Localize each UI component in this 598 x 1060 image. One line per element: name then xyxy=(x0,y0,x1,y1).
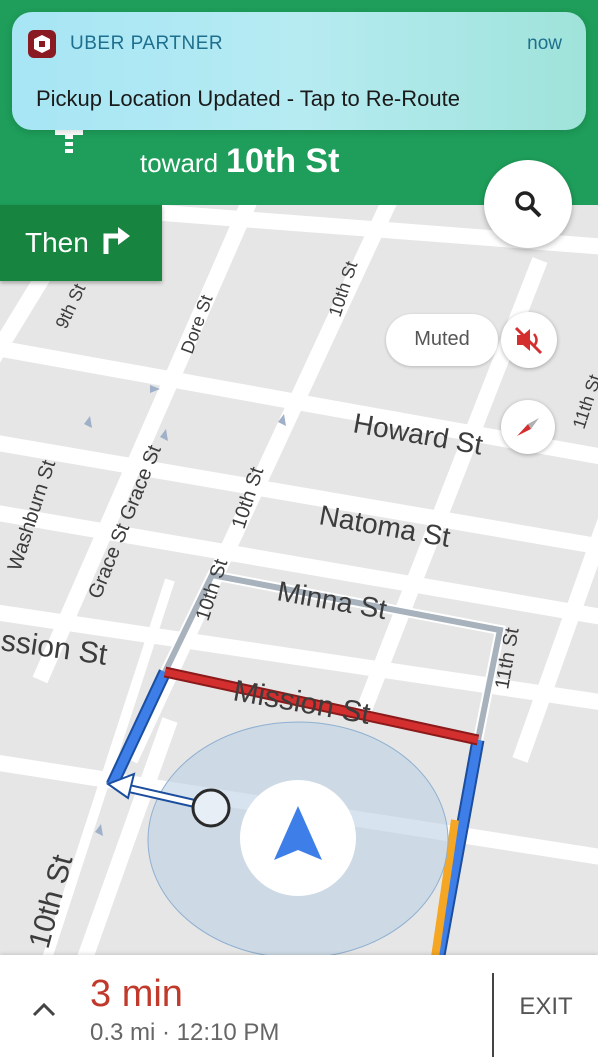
divider xyxy=(492,973,494,1057)
notification-time: now xyxy=(527,33,562,54)
toward-street: 10th St xyxy=(226,142,340,180)
muted-label: Muted xyxy=(414,328,470,350)
toward-label: toward xyxy=(140,148,219,178)
pickup-point xyxy=(191,788,231,828)
uber-partner-app-icon xyxy=(28,30,56,58)
exit-button[interactable]: EXIT xyxy=(500,993,592,1021)
trip-summary-bar[interactable]: 3 min 0.3 mi · 12:10 PM EXIT xyxy=(0,955,598,1060)
turn-right-icon xyxy=(103,227,130,254)
eta-minutes: 3 min xyxy=(90,973,183,1015)
search-icon xyxy=(515,191,542,218)
compass-icon xyxy=(517,418,539,436)
search-button[interactable] xyxy=(484,160,572,248)
eta-details: 0.3 mi · 12:10 PM xyxy=(90,1019,280,1046)
then-label: Then xyxy=(25,227,89,258)
nav-instruction: toward 10th St xyxy=(140,142,339,181)
mute-toggle-button[interactable] xyxy=(501,312,557,368)
then-maneuver-box[interactable]: Then xyxy=(0,205,162,281)
notification-message[interactable]: Pickup Location Updated - Tap to Re-Rout… xyxy=(36,86,460,112)
chevron-up-icon[interactable] xyxy=(26,993,62,1029)
push-notification[interactable]: UBER PARTNER now Pickup Location Updated… xyxy=(12,12,586,130)
straight-arrow-icon xyxy=(55,130,83,153)
compass-button[interactable] xyxy=(501,400,555,454)
notification-app-name: UBER PARTNER xyxy=(70,33,224,54)
muted-pill[interactable]: Muted xyxy=(386,314,498,366)
volume-off-icon xyxy=(514,326,543,355)
